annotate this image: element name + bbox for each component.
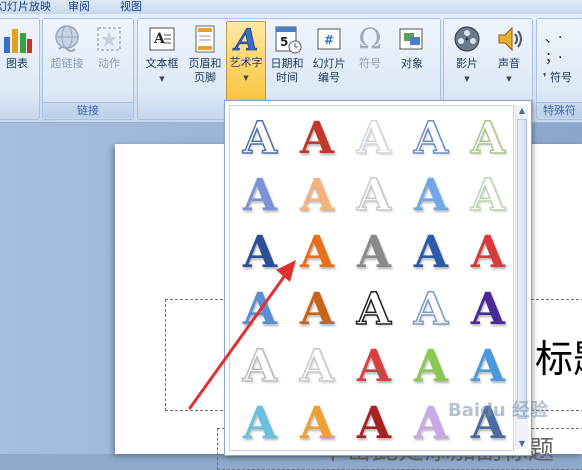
annotation-arrow-head <box>276 260 296 282</box>
annotation-arrow <box>188 260 296 410</box>
annotation-arrow-shaft <box>188 272 288 410</box>
